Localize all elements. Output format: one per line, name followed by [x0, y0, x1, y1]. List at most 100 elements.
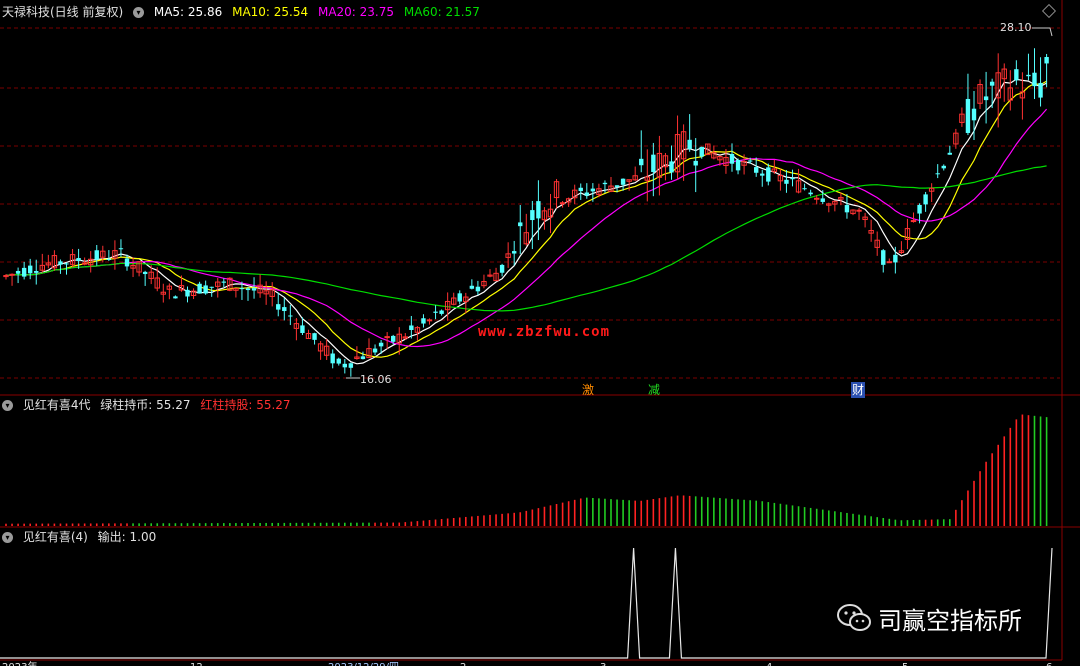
- candle-body: [941, 165, 946, 169]
- candle-body: [426, 319, 433, 322]
- candle-body: [391, 335, 396, 342]
- candle-body: [669, 161, 674, 173]
- candle-body: [820, 198, 825, 202]
- candle-body: [1014, 69, 1019, 81]
- candle-body: [844, 205, 850, 213]
- candle-body: [790, 177, 795, 180]
- ma20-label: MA20: 23.75: [317, 5, 395, 19]
- candle-body: [590, 188, 596, 192]
- candle-body: [965, 98, 971, 133]
- candle-body: [9, 273, 15, 276]
- candle-body: [64, 263, 69, 265]
- badge-jian[interactable]: 减: [647, 382, 661, 398]
- candle-body: [475, 286, 481, 292]
- indicator1-header: ▾ 见红有喜4代 绿柱持币: 55.27 红柱持股: 55.27: [2, 395, 297, 415]
- candle-body: [886, 261, 892, 264]
- candle-body: [729, 154, 735, 164]
- badge-cai[interactable]: 财: [851, 382, 865, 398]
- candle-body: [512, 251, 517, 254]
- candle-body: [917, 204, 922, 214]
- candle-body: [620, 178, 626, 185]
- site-watermark: www.zbzfwu.com: [478, 324, 611, 340]
- candle-body: [602, 182, 608, 185]
- candle-body: [639, 158, 644, 166]
- axis-tick-label: 2023/12/29/四: [328, 662, 399, 666]
- candle-body: [173, 296, 178, 299]
- candle-body: [348, 363, 354, 368]
- candle-body: [28, 265, 33, 274]
- candle-body: [923, 194, 928, 205]
- high-arrow: [1032, 27, 1053, 37]
- candle-body: [239, 288, 245, 290]
- candle-body: [971, 108, 977, 121]
- candle-body: [1026, 74, 1031, 77]
- candle-body: [693, 160, 698, 166]
- candle-body: [142, 271, 148, 275]
- ma10-label: MA10: 25.54: [232, 5, 309, 19]
- candle-body: [76, 258, 81, 262]
- candle-body: [935, 173, 940, 175]
- candle-body: [433, 311, 438, 313]
- candle-body: [15, 270, 21, 274]
- candle-body: [21, 267, 27, 277]
- time-axis: 2023年 12 2023/12/29/四 2 3 4 5 6: [0, 659, 1062, 666]
- candle-body: [735, 159, 741, 171]
- candle-body: [893, 254, 898, 263]
- candle-body: [559, 202, 566, 205]
- indicator2-header: ▾ 见红有喜(4) 输出: 1.00: [2, 527, 162, 547]
- ma60-label: MA60: 21.57: [403, 5, 480, 19]
- candle-body: [699, 146, 704, 157]
- candle-body: [336, 358, 341, 364]
- candle-body: [245, 288, 251, 291]
- indicator2-output: 输出: 1.00: [97, 530, 157, 544]
- candle-body: [469, 285, 475, 289]
- badge-ji[interactable]: 激: [581, 382, 595, 398]
- main-chart-header: 天禄科技(日线 前复权) ▾ MA5: 25.86 MA10: 25.54 MA…: [2, 2, 486, 22]
- candle-body: [203, 285, 208, 294]
- candle-body: [614, 185, 620, 187]
- candle-body: [947, 152, 952, 155]
- axis-tick-label: 2023年: [2, 660, 37, 666]
- candle-body: [754, 167, 759, 173]
- candle-body: [808, 192, 813, 195]
- candle-body: [282, 307, 287, 312]
- candle-body: [312, 333, 317, 340]
- axis-tick-label: 2: [460, 662, 466, 666]
- candle-body: [578, 187, 583, 192]
- indicator1-name[interactable]: 见红有喜4代: [23, 398, 91, 412]
- indicator1-green: 绿柱持币: 55.27: [100, 398, 191, 412]
- indicator2-dot-icon[interactable]: ▾: [2, 532, 13, 543]
- candle-body: [34, 270, 39, 273]
- candle-body: [802, 188, 807, 190]
- candle-body: [760, 173, 765, 176]
- candle-body: [530, 210, 535, 221]
- axis-tick-label: 6: [1046, 662, 1052, 666]
- candle-body: [910, 220, 917, 223]
- candle-body: [342, 363, 347, 368]
- candle-body: [421, 318, 426, 324]
- indicator2-name[interactable]: 见红有喜(4): [23, 530, 88, 544]
- candle-body: [747, 160, 753, 162]
- settings-dot-icon[interactable]: ▾: [133, 7, 145, 18]
- candle-body: [94, 250, 99, 260]
- candle-body: [288, 315, 293, 317]
- candle-body: [1032, 72, 1037, 87]
- candle-body: [372, 348, 378, 353]
- axis-tick-label: 5: [902, 662, 908, 666]
- candle-body: [58, 261, 63, 265]
- watermark-text: 司赢空指标所: [878, 606, 1022, 635]
- candle-body: [1038, 82, 1043, 98]
- stock-title[interactable]: 天禄科技(日线 前复权): [2, 5, 123, 19]
- candle-body: [378, 342, 384, 347]
- candle-body: [499, 264, 505, 273]
- candle-body: [584, 192, 589, 196]
- high-price-label: 28.10: [1000, 21, 1032, 34]
- candle-body: [439, 310, 444, 314]
- low-price-label: 16.06: [360, 373, 392, 386]
- indicator1-dot-icon[interactable]: ▾: [2, 400, 13, 411]
- candle-body: [185, 289, 190, 297]
- candle-body: [330, 353, 335, 364]
- candle-body: [221, 281, 226, 283]
- wechat-icon: [837, 604, 871, 631]
- candle-body: [989, 81, 995, 86]
